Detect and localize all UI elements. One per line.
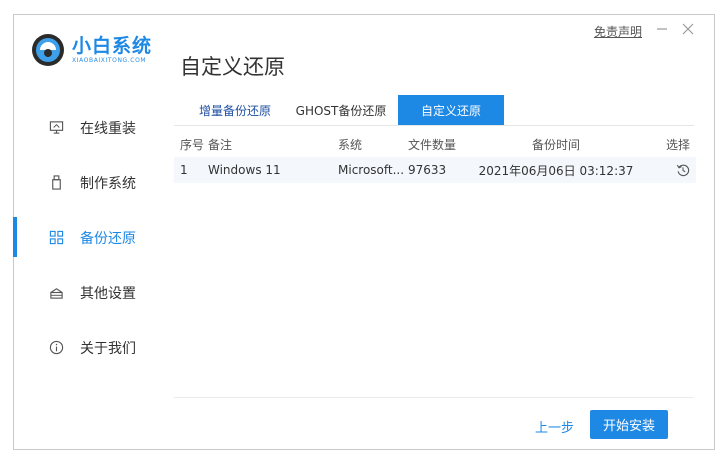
previous-step-button[interactable]: 上一步 — [535, 417, 574, 436]
cell-time: 2021年06月06日 03:12:37 — [478, 163, 634, 178]
tab-ghost-backup-restore[interactable]: GHOST备份还原 — [284, 95, 398, 125]
sidebar-item-other-settings[interactable]: 其他设置 — [14, 265, 174, 320]
cell-note: Windows 11 — [208, 163, 281, 177]
cell-system: Microsoft... — [338, 163, 405, 177]
app-logo: 小白系统 XIAOBAIXITONG.COM — [31, 33, 152, 67]
table-header: 序号 备注 系统 文件数量 备份时间 选择 — [174, 131, 696, 157]
minimize-icon[interactable] — [654, 21, 670, 37]
close-icon[interactable] — [680, 21, 696, 37]
info-icon — [48, 340, 64, 356]
col-header-files: 文件数量 — [408, 137, 457, 152]
sidebar: 在线重装 制作系统 备份还原 其他设置 关于我们 — [13, 100, 174, 375]
sidebar-item-about-us[interactable]: 关于我们 — [14, 320, 174, 375]
logo-title: 小白系统 — [72, 34, 153, 57]
tab-incremental-backup-restore[interactable]: 增量备份还原 — [186, 95, 284, 125]
col-header-time: 备份时间 — [531, 137, 580, 152]
restore-icon[interactable] — [676, 163, 690, 177]
col-header-note: 备注 — [208, 137, 233, 152]
tab-bar: 增量备份还原 GHOST备份还原 自定义还原 — [186, 95, 504, 125]
sidebar-item-backup-restore[interactable]: 备份还原 — [13, 210, 174, 265]
usb-icon — [48, 175, 64, 191]
sidebar-item-label: 其他设置 — [80, 285, 136, 302]
disclaimer-link[interactable]: 免责声明 — [594, 23, 642, 40]
sidebar-item-online-reinstall[interactable]: 在线重装 — [14, 100, 174, 155]
col-header-select: 选择 — [665, 137, 690, 152]
sidebar-item-label: 备份还原 — [80, 230, 136, 247]
start-install-button[interactable]: 开始安装 — [590, 410, 668, 439]
logo-subtitle: XIAOBAIXITONG.COM — [72, 56, 147, 64]
table-row[interactable]: 1 Windows 11 Microsoft... 97633 2021年06月… — [174, 157, 696, 183]
backup-table: 序号 备注 系统 文件数量 备份时间 选择 1 Windows 11 Micro… — [174, 131, 696, 183]
footer-divider — [174, 397, 694, 398]
sidebar-item-label: 在线重装 — [80, 120, 136, 137]
sidebar-item-make-system[interactable]: 制作系统 — [14, 155, 174, 210]
cell-files: 97633 — [408, 163, 447, 177]
sidebar-item-label: 关于我们 — [80, 340, 136, 357]
sidebar-item-label: 制作系统 — [80, 175, 136, 192]
tab-divider — [174, 125, 694, 126]
tab-custom-restore[interactable]: 自定义还原 — [398, 95, 504, 125]
logo-icon — [31, 33, 65, 67]
col-header-system: 系统 — [338, 137, 363, 152]
col-header-no: 序号 — [180, 137, 205, 152]
grid-icon — [48, 230, 64, 246]
page-title: 自定义还原 — [180, 55, 285, 79]
layers-icon — [48, 285, 64, 301]
cell-no: 1 — [180, 163, 188, 177]
monitor-icon — [48, 120, 64, 136]
cell-select — [636, 163, 696, 178]
app-window: 小白系统 XIAOBAIXITONG.COM 自定义还原 免责声明 在线重装 制… — [13, 14, 715, 450]
